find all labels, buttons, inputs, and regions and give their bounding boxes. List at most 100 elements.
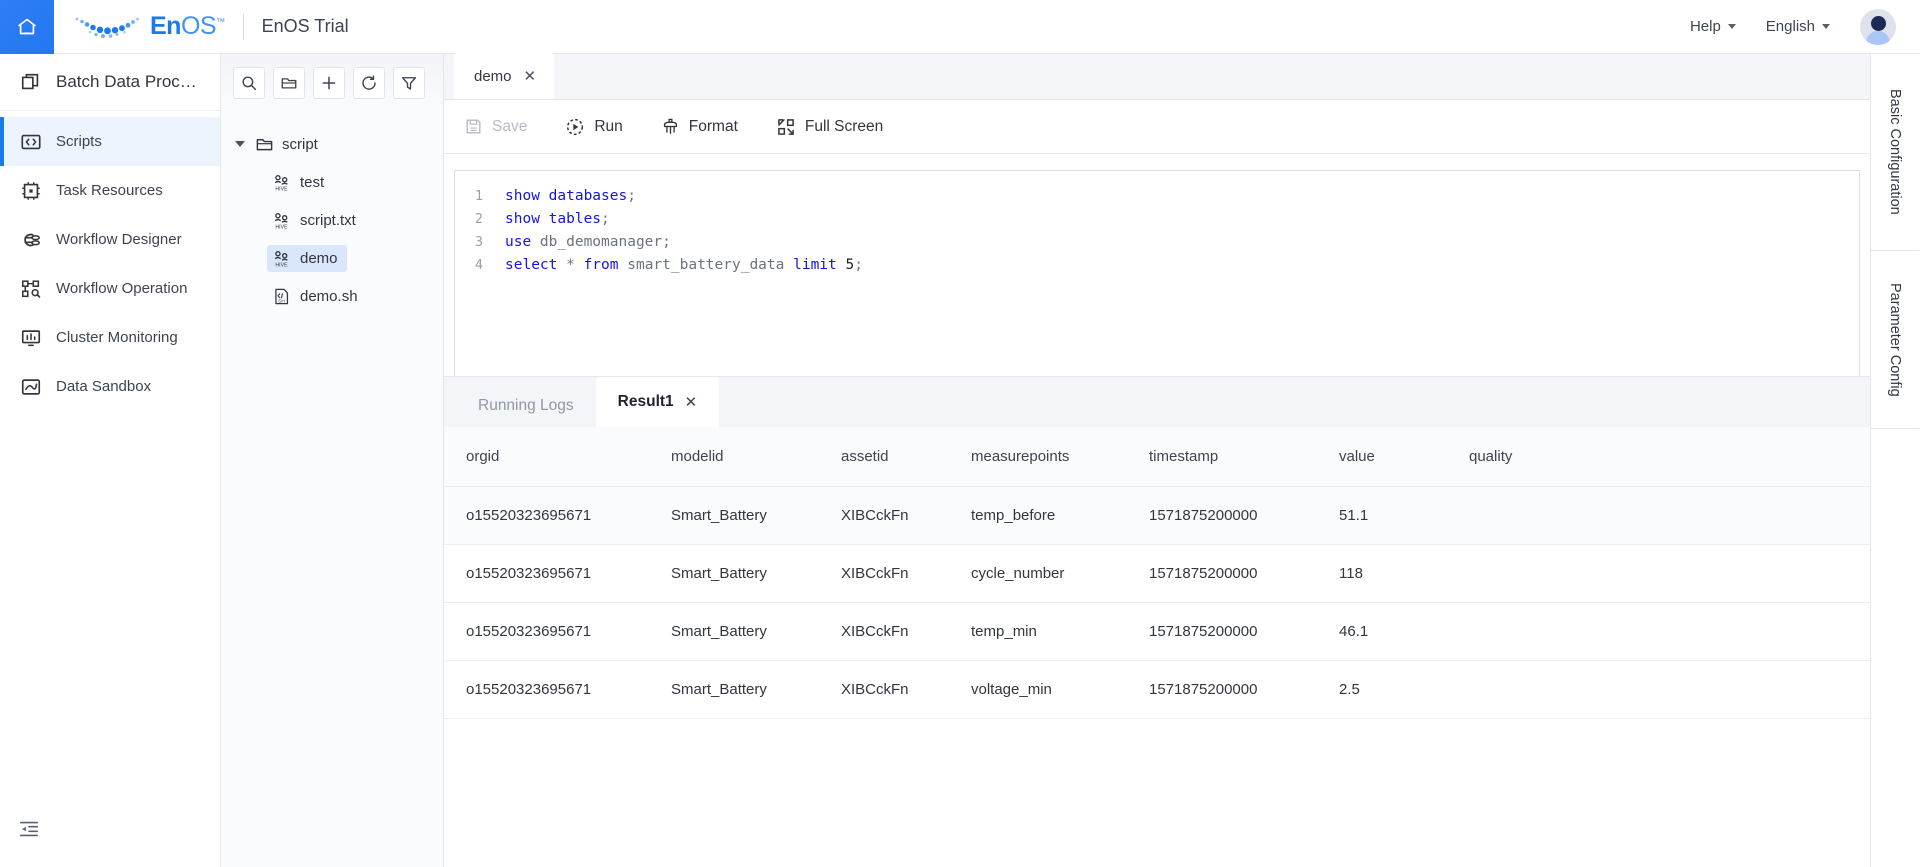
cell-assetid: XIBCckFn [819, 602, 949, 661]
tree-file-demo[interactable]: HIVE demo [221, 239, 443, 277]
sidebar-item-data-sandbox[interactable]: Data Sandbox [0, 362, 220, 411]
run-button[interactable]: Run [565, 117, 623, 137]
stacked-squares-icon [21, 73, 39, 90]
hive-file-icon: HIVE [274, 250, 288, 268]
format-label: Format [688, 117, 738, 135]
code-text: select * from smart_battery_data limit 5… [505, 256, 863, 273]
sidebar-item-cluster-monitoring[interactable]: Cluster Monitoring [0, 313, 220, 362]
tree-file-script-txt[interactable]: HIVE script.txt [221, 201, 443, 239]
sidebar-item-scripts[interactable]: Scripts [0, 117, 220, 166]
brand-os: OS [180, 12, 217, 40]
brand: EnOS™ EnOS Trial [72, 10, 349, 44]
search-button[interactable] [233, 66, 265, 99]
add-button[interactable] [313, 66, 345, 99]
sql-code-editor[interactable]: 1 show databases; 2 show tables; 3 use d… [454, 170, 1860, 382]
sidebar: Batch Data Proce… Scripts Task Resources [0, 54, 221, 867]
header-actions: Help English [1690, 8, 1920, 45]
editor-action-bar: Save Run Format Full Screen [444, 100, 1870, 154]
editor-tabbar: demo ✕ [444, 53, 1870, 100]
cell-modelid: Smart_Battery [649, 602, 819, 661]
tree-file-label: demo [300, 249, 338, 267]
brand-tm: ™ [216, 16, 225, 27]
cell-value: 2.5 [1317, 660, 1447, 719]
cell-assetid: XIBCckFn [819, 486, 949, 545]
tree-file-hit[interactable]: HIVE test [267, 169, 333, 196]
sidebar-item-label: Data Sandbox [56, 378, 152, 395]
close-icon[interactable]: ✕ [685, 393, 698, 411]
cell-modelid: Smart_Battery [649, 486, 819, 545]
cell-quality [1447, 660, 1870, 719]
tab-result1[interactable]: Result1 ✕ [595, 377, 720, 427]
sidebar-item-task-resources[interactable]: Task Resources [0, 166, 220, 215]
code-line: 3 use db_demomanager; [455, 230, 1859, 253]
tab-running-logs[interactable]: Running Logs [456, 385, 596, 427]
tree-file-hit[interactable]: HIVE script.txt [267, 207, 365, 234]
tree-folder-script[interactable]: script [221, 125, 443, 163]
column-header-modelid[interactable]: modelid [649, 427, 819, 487]
table-row[interactable]: o15520323695671 Smart_Battery XIBCckFn v… [444, 660, 1870, 719]
file-tree: script HIVE test HIVE script.txt HIVE de… [221, 111, 443, 315]
column-header-measurepoints[interactable]: measurepoints [949, 427, 1127, 487]
column-header-value[interactable]: value [1317, 427, 1447, 487]
monitor-chart-icon [21, 329, 41, 346]
panel-tab-label: Parameter Config [1887, 282, 1903, 397]
cell-value: 118 [1317, 544, 1447, 603]
full-screen-button[interactable]: Full Screen [776, 117, 883, 137]
column-header-quality[interactable]: quality [1447, 427, 1870, 487]
line-number: 4 [474, 256, 483, 273]
panel-tab-parameter-config[interactable]: Parameter Config [1871, 251, 1919, 429]
close-icon[interactable]: ✕ [524, 69, 537, 84]
language-menu[interactable]: English [1766, 18, 1830, 35]
tree-file-demo-sh[interactable]: SH demo.sh [221, 277, 443, 315]
new-folder-button[interactable] [273, 66, 305, 99]
table-row[interactable]: o15520323695671 Smart_Battery XIBCckFn t… [444, 602, 1870, 661]
cell-measurepoints: voltage_min [949, 660, 1127, 719]
sidebar-item-workflow-designer[interactable]: Workflow Designer [0, 215, 220, 264]
code-line: 2 show tables; [455, 207, 1859, 230]
tree-file-label: test [300, 173, 325, 191]
tree-file-test[interactable]: HIVE test [221, 163, 443, 201]
refresh-button[interactable] [353, 66, 385, 99]
cell-value: 46.1 [1317, 602, 1447, 661]
collapse-sidebar-button[interactable] [18, 818, 40, 845]
cell-timestamp: 1571875200000 [1127, 602, 1317, 661]
result-table-scroll[interactable]: orgid modelid assetid measurepoints time… [444, 427, 1870, 867]
format-button[interactable]: Format [661, 117, 738, 136]
shell-file-icon: SH [275, 288, 289, 304]
chip-icon [22, 181, 40, 200]
save-button[interactable]: Save [464, 117, 527, 136]
table-row[interactable]: o15520323695671 Smart_Battery XIBCckFn t… [444, 486, 1870, 545]
line-number: 1 [474, 187, 483, 204]
column-header-orgid[interactable]: orgid [444, 427, 649, 487]
code-line: 1 show databases; [455, 184, 1859, 207]
tree-file-hit[interactable]: HIVE demo [267, 244, 347, 272]
column-header-assetid[interactable]: assetid [819, 427, 949, 487]
avatar[interactable] [1860, 8, 1896, 45]
filter-button[interactable] [393, 66, 425, 99]
fullscreen-expand-icon [778, 118, 794, 135]
save-disk-icon [466, 119, 481, 134]
cell-orgid: o15520323695671 [444, 602, 649, 661]
tree-file-hit[interactable]: SH demo.sh [267, 283, 367, 310]
cell-value: 51.1 [1317, 486, 1447, 545]
play-circle-icon [567, 118, 584, 135]
cell-orgid: o15520323695671 [444, 486, 649, 545]
column-header-timestamp[interactable]: timestamp [1127, 427, 1317, 487]
filter-funnel-icon [401, 76, 417, 90]
chevron-down-icon[interactable] [235, 141, 245, 147]
table-header-row: orgid modelid assetid measurepoints time… [444, 427, 1870, 487]
editor-tab-demo[interactable]: demo ✕ [454, 53, 555, 99]
help-menu[interactable]: Help [1690, 18, 1736, 35]
cell-quality [1447, 602, 1870, 661]
tree-file-label: script.txt [300, 211, 356, 229]
home-button[interactable] [0, 0, 54, 54]
panel-tab-basic-configuration[interactable]: Basic Configuration [1871, 54, 1919, 251]
code-brackets-icon [21, 134, 41, 149]
sidebar-item-workflow-operation[interactable]: Workflow Operation [0, 264, 220, 313]
cell-orgid: o15520323695671 [444, 544, 649, 603]
table-row[interactable]: o15520323695671 Smart_Battery XIBCckFn c… [444, 544, 1870, 603]
cell-modelid: Smart_Battery [649, 544, 819, 603]
cell-assetid: XIBCckFn [819, 660, 949, 719]
sidebar-item-label: Workflow Designer [56, 231, 182, 248]
tree-folder-label: script [282, 135, 318, 153]
